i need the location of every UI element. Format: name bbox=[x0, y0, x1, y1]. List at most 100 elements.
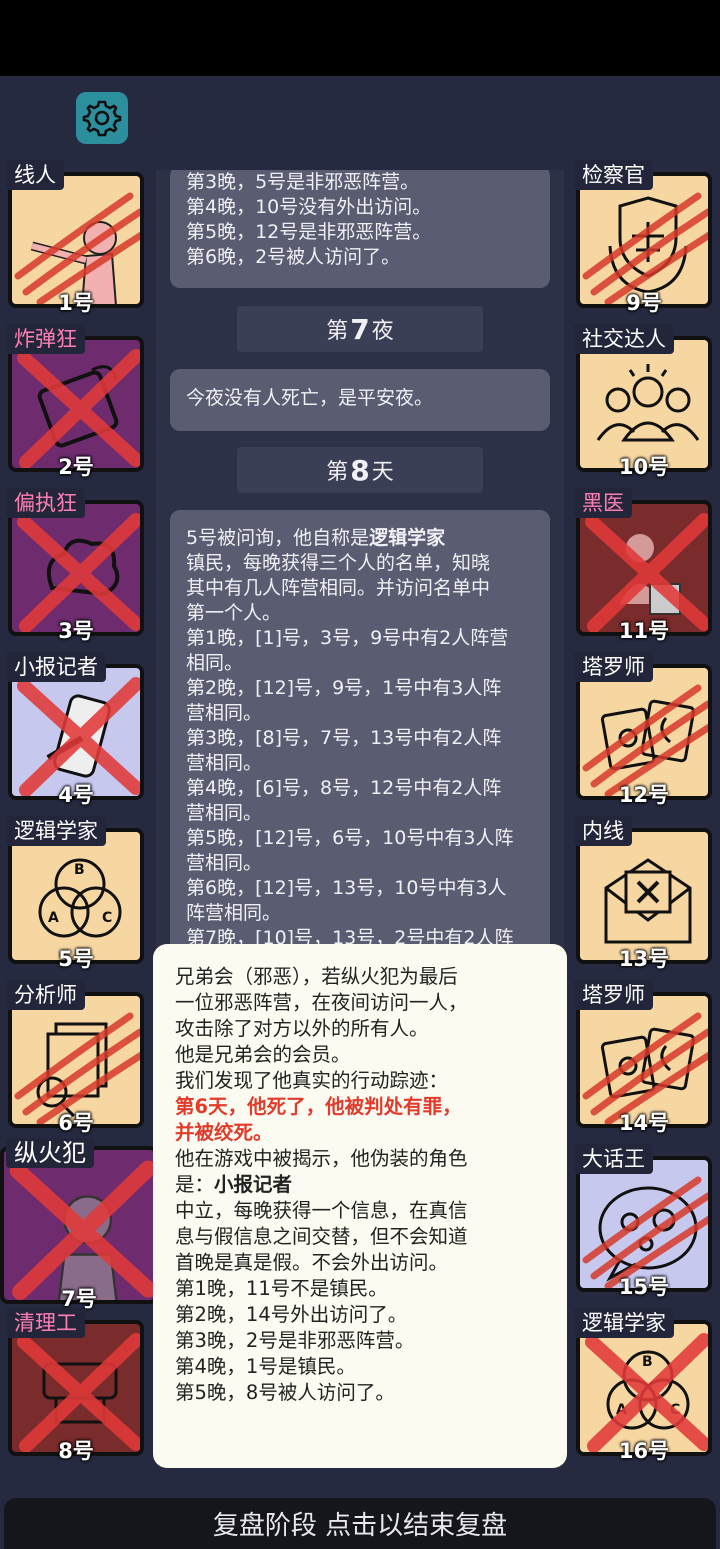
player-role-label: 检察官 bbox=[574, 160, 653, 190]
fake-prefix: 是： bbox=[175, 1173, 215, 1196]
player-number: 15号 bbox=[618, 1275, 670, 1299]
player-card[interactable] bbox=[576, 828, 712, 964]
player-number: 1号 bbox=[58, 291, 94, 315]
player-card[interactable] bbox=[576, 992, 712, 1128]
player-card[interactable] bbox=[8, 664, 144, 800]
log-bubble-3: 5号被问询，他自称是逻辑学家 镇民，每晚获得三个人的名单，知晓 其中有几人阵营相同… bbox=[170, 510, 550, 950]
player-number: 12号 bbox=[618, 783, 670, 807]
popup-death-lines: 第6天，他死了，他被判处有罪， 并被绞死。 bbox=[175, 1094, 553, 1146]
role-portrait-icon bbox=[17, 1333, 140, 1452]
player-card[interactable] bbox=[8, 172, 144, 308]
text-line: 中立，每晚获得一个信息，在真信 bbox=[175, 1199, 468, 1222]
svg-text:B: B bbox=[74, 862, 85, 878]
text-line: 第1晚，[1]号，3号，9号中有2人阵营 bbox=[186, 627, 509, 649]
night-7-header: 第7夜 bbox=[237, 306, 483, 352]
player-number: 13号 bbox=[618, 947, 670, 971]
text-line: 其中有几人阵营相同。并访问名单中 bbox=[186, 577, 491, 599]
player-role-label: 清理工 bbox=[6, 1308, 85, 1338]
log-bubble-2: 今夜没有人死亡，是平安夜。 bbox=[170, 369, 550, 431]
text-line: 营相同。 bbox=[186, 802, 263, 824]
end-review-button[interactable]: 复盘阶段 点击以结束复盘 bbox=[4, 1498, 716, 1549]
player-card[interactable] bbox=[576, 172, 712, 308]
claim-intro: 5号被问询，他自称是 bbox=[186, 527, 370, 549]
text-line: 我们发现了他真实的行动踪迹： bbox=[175, 1069, 449, 1092]
text-line: 第5晚，8号被人访问了。 bbox=[175, 1381, 395, 1404]
player-number: 2号 bbox=[58, 455, 94, 479]
player-role-label: 大话王 bbox=[574, 1144, 653, 1174]
role-portrait-icon: BAC bbox=[585, 1333, 708, 1452]
log-line: 第5晚，12号是非邪恶阵营。 bbox=[186, 221, 432, 243]
role-portrait-icon: BAC bbox=[38, 858, 122, 938]
player-card[interactable] bbox=[576, 336, 712, 472]
text-line: 第一个人。 bbox=[186, 602, 282, 624]
text-line: 第4晚，1号是镇民。 bbox=[175, 1355, 356, 1378]
text-line: 第4晚，[6]号，8号，12号中有2人阵 bbox=[186, 777, 502, 799]
text-line: 营相同。 bbox=[186, 752, 263, 774]
svg-text:B: B bbox=[642, 1354, 653, 1370]
role-portrait-icon bbox=[582, 1012, 708, 1124]
player-card[interactable] bbox=[8, 336, 144, 472]
text-line: 息与假信息之间交替，但不会知道 bbox=[175, 1225, 468, 1248]
player-number: 3号 bbox=[58, 619, 94, 643]
log-lines: 镇民，每晚获得三个人的名单，知晓 其中有几人阵营相同。并访问名单中 第一个人。第1晚… bbox=[186, 551, 534, 950]
text-line: 他是兄弟会的会员。 bbox=[175, 1043, 351, 1066]
role-portrait-icon bbox=[14, 1012, 140, 1124]
player-role-label: 线人 bbox=[6, 160, 64, 190]
log-bubble-1: 第3晚，5号是非邪恶阵营。 第4晚，10号没有外出访问。 第5晚，12号是非邪恶… bbox=[170, 170, 550, 288]
player-card[interactable] bbox=[8, 992, 144, 1128]
role-portrait-icon bbox=[17, 349, 140, 468]
role-portrait-icon bbox=[582, 684, 708, 796]
text-line: 镇民，每晚获得三个人的名单，知晓 bbox=[186, 552, 491, 574]
svg-text:C: C bbox=[102, 910, 112, 926]
player-number: 4号 bbox=[58, 783, 94, 807]
role-portrait-icon bbox=[582, 192, 708, 304]
popup-lines-a: 兄弟会（邪恶），若纵火犯为最后 一位邪恶阵营，在夜间访问一人， 攻击除了对方以外的所… bbox=[175, 964, 553, 1094]
player-card[interactable]: BAC bbox=[8, 828, 144, 964]
player-number: 14号 bbox=[618, 1111, 670, 1135]
role-portrait-icon bbox=[596, 364, 700, 442]
text-line: 第2晚，14号外出访问了。 bbox=[175, 1303, 408, 1326]
popup-fake-role-line: 是：小报记者 bbox=[175, 1172, 553, 1198]
log-line: 第3晚，5号是非邪恶阵营。 bbox=[186, 171, 420, 193]
text-line: 首晚是真是假。不会外出访问。 bbox=[175, 1251, 449, 1274]
log-line: 第6晚，2号被人访问了。 bbox=[186, 246, 401, 268]
hdr-pre: 第 bbox=[326, 460, 349, 485]
game-log[interactable]: 第3晚，5号是非邪恶阵营。 第4晚，10号没有外出访问。 第5晚，12号是非邪恶… bbox=[156, 170, 564, 950]
player-card[interactable] bbox=[576, 664, 712, 800]
text-line: 营相同。 bbox=[186, 852, 263, 874]
reveal-popup[interactable]: 兄弟会（邪恶），若纵火犯为最后 一位邪恶阵营，在夜间访问一人， 攻击除了对方以外的所… bbox=[153, 944, 567, 1468]
text-line: 兄弟会（邪恶），若纵火犯为最后 bbox=[175, 965, 458, 988]
player-card[interactable] bbox=[8, 500, 144, 636]
text-line: 相同。 bbox=[186, 652, 244, 674]
player-card[interactable] bbox=[576, 1156, 712, 1292]
hdr-post: 夜 bbox=[371, 319, 394, 344]
player-role-label: 逻辑学家 bbox=[574, 1308, 674, 1338]
text-line: 一位邪恶阵营，在夜间访问一人， bbox=[175, 991, 468, 1014]
player-card[interactable] bbox=[0, 1146, 158, 1304]
role-portrait-icon bbox=[582, 1176, 708, 1288]
hdr-num: 8 bbox=[350, 453, 370, 487]
player-card[interactable]: BAC bbox=[576, 1320, 712, 1456]
hdr-num: 7 bbox=[350, 312, 370, 346]
text-line: 他在游戏中被揭示，他伪装的角色 bbox=[175, 1147, 468, 1170]
role-portrait-icon bbox=[17, 677, 140, 796]
day-8-header: 第8天 bbox=[237, 447, 483, 493]
text-line: 第3晚，[8]号，7号，13号中有2人阵 bbox=[186, 727, 502, 749]
player-role-label: 逻辑学家 bbox=[6, 816, 106, 846]
player-role-label: 炸弹狂 bbox=[6, 324, 85, 354]
player-card[interactable] bbox=[576, 500, 712, 636]
popup-lines-b: 他在游戏中被揭示，他伪装的角色 bbox=[175, 1146, 553, 1172]
player-role-label: 内线 bbox=[574, 816, 632, 846]
role-portrait-icon bbox=[9, 1160, 154, 1300]
log-line: 今夜没有人死亡，是平安夜。 bbox=[186, 387, 434, 409]
settings-button[interactable] bbox=[76, 92, 128, 144]
text-line: 第3晚，2号是非邪恶阵营。 bbox=[175, 1329, 415, 1352]
player-card[interactable] bbox=[8, 1320, 144, 1456]
text-line: 营相同。 bbox=[186, 702, 263, 724]
hdr-post: 天 bbox=[371, 460, 394, 485]
role-portrait-icon bbox=[17, 513, 140, 632]
text-line: 并被绞死。 bbox=[175, 1121, 273, 1144]
player-role-label: 纵火犯 bbox=[6, 1138, 94, 1168]
log-line: 第4晚，10号没有外出访问。 bbox=[186, 196, 432, 218]
player-role-label: 分析师 bbox=[6, 980, 85, 1010]
